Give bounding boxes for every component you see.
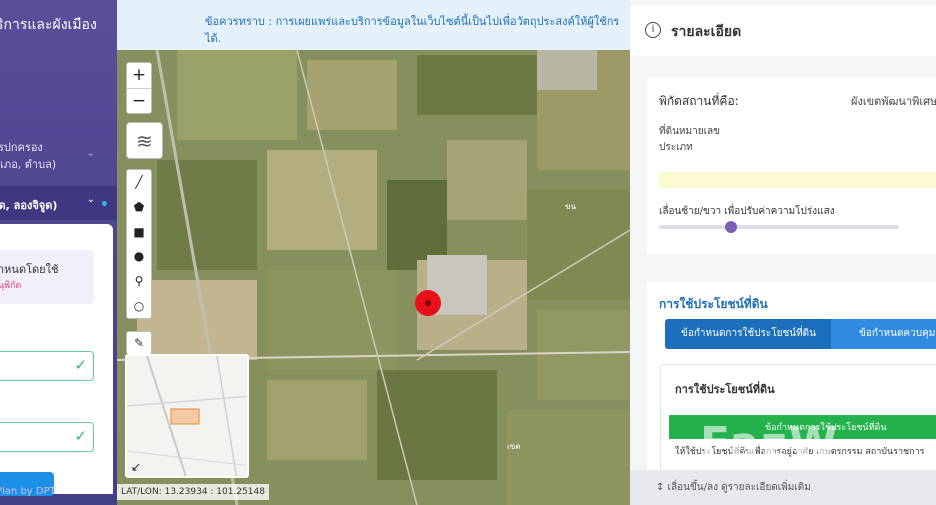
details-title: รายละเอียด [671, 24, 742, 40]
chevron-down-icon: ⌄ [86, 148, 95, 159]
notice-text: ข้อควรทราบ : การเผยแพร่และบริการข้อมูลใน… [205, 15, 620, 28]
sidebar-item-label: จูด, ลองจิจูด) [0, 199, 58, 212]
latitude-field[interactable]: ✓ [0, 351, 94, 381]
details-header: ➪ i รายละเอียด [630, 6, 936, 56]
map-label: ขน [565, 202, 576, 211]
zoom-in-button[interactable]: + [127, 63, 151, 88]
draw-rectangle-icon[interactable]: ■ [127, 220, 151, 245]
scroll-hint-footer: ↕ เลื่อนขึ้น/ลง ดูรายละเอียดเพิ่มเติม [630, 470, 936, 505]
minimap-roads [127, 356, 247, 476]
inner-heading: การใช้ประโยชน์ที่ดิน [675, 383, 775, 396]
edit-layers-button[interactable]: ✎ [126, 331, 152, 355]
info-icon: i [645, 22, 661, 38]
coordinate-panel: ำหนดโดยใช้ นุพิกัด ✓ ✓ [0, 224, 113, 496]
minimap[interactable]: ↙ [125, 354, 249, 478]
map-label: เขต [507, 442, 521, 451]
parcel-label: ที่ดินหมายเลข [659, 126, 720, 137]
notice-banner: ข้อควรทราบ : การเผยแพร่และบริการข้อมูลใน… [117, 0, 630, 50]
check-icon: ✓ [74, 427, 87, 445]
longitude-field[interactable]: ✓ [0, 422, 94, 452]
draw-toolbar: ╱ ⬟ ■ ● ⚲ ○ [126, 169, 152, 319]
map-view[interactable]: ข้อควรทราบ : การเผยแพร่และบริการข้อมูลใน… [117, 0, 630, 505]
layers-icon: ≋ [136, 129, 153, 153]
sidebar: ริการและผังเมือง รปกครอง ำเภอ, ตำบล) ⌄ จ… [0, 0, 117, 505]
sidebar-title: ริการและผังเมือง [0, 17, 97, 33]
location-label: พิกัดสถานที่คือ: [659, 94, 739, 108]
chevron-down-icon: ⌄ [86, 194, 95, 205]
notice-text-line2: ได้. [205, 32, 222, 45]
draw-marker-icon[interactable]: ⚲ [127, 269, 151, 294]
tab-landuse-rules[interactable]: ข้อกำหนดการใช้ประโยชน์ที่ดิน [665, 319, 831, 349]
minimap-toggle-icon[interactable]: ↙ [131, 460, 141, 474]
draw-line-icon[interactable]: ╱ [127, 170, 151, 195]
zoom-control: + − [126, 62, 152, 114]
edit-icon: ✎ [133, 336, 145, 350]
opacity-label: เลื่อนซ้าย/ขวา เพื่อปรับค่าความโปร่งแสง [659, 206, 835, 217]
location-value: ผังเขตพัฒนาพิเศษ [851, 95, 936, 108]
draw-circle-icon[interactable]: ● [127, 244, 151, 269]
lat-lon-readout: LAT/LON: 13.23934 : 101.25148 [117, 484, 269, 500]
opacity-slider-thumb[interactable] [725, 221, 737, 233]
check-icon: ✓ [74, 356, 87, 374]
landuse-tabs: ข้อกำหนดการใช้ประโยชน์ที่ดิน ข้อกำหนดควบ… [665, 319, 936, 349]
draw-circle-marker-icon[interactable]: ○ [127, 294, 151, 319]
draw-polygon-icon[interactable]: ⬟ [127, 195, 151, 220]
card-title: ำหนดโดยใช้ [0, 263, 59, 276]
app-root: ริการและผังเมือง รปกครอง ำเภอ, ตำบล) ⌄ จ… [0, 0, 936, 505]
scroll-hint-text: ↕ เลื่อนขึ้น/ลง ดูรายละเอียดเพิ่มเติม [656, 482, 811, 493]
type-label: ประเภท [659, 142, 693, 153]
coordinate-option-card[interactable]: ำหนดโดยใช้ นุพิกัด [0, 250, 94, 304]
tab-control-rules[interactable]: ข้อกำหนดควบคุม [831, 319, 936, 349]
active-dot [102, 201, 107, 206]
zoom-out-button[interactable]: − [127, 88, 151, 113]
credit-text: Plan by DPT. [0, 486, 58, 497]
location-marker[interactable] [415, 290, 441, 316]
opacity-slider-track[interactable] [659, 225, 899, 229]
sidebar-item-admin[interactable]: รปกครอง ำเภอ, ตำบล) ⌄ [0, 134, 117, 184]
highlight-bar [659, 172, 936, 188]
sidebar-item-label: รปกครอง [0, 141, 43, 154]
sidebar-item-coordinates[interactable]: จูด, ลองจิจูด) ⌄ [0, 186, 117, 220]
watermark-logo: FazW [700, 418, 840, 469]
layers-button[interactable]: ≋ [126, 122, 163, 159]
landuse-heading: การใช้ประโยชน์ที่ดิน [659, 297, 768, 311]
card-subtitle: นุพิกัด [0, 281, 22, 291]
sidebar-item-sublabel: ำเภอ, ตำบล) [0, 158, 57, 171]
location-card: พิกัดสถานที่คือ: ผังเขตพัฒนาพิเศษ ที่ดิน… [647, 78, 936, 254]
